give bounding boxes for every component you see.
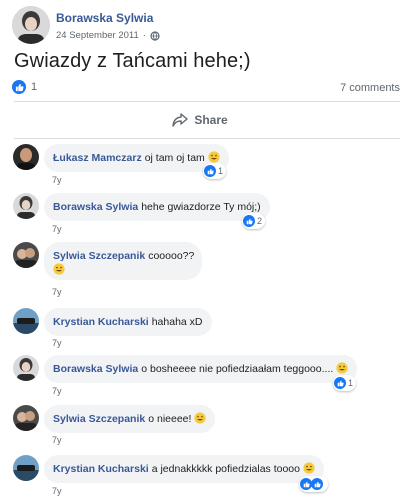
like-icon [12,80,26,94]
post-header: Borawska Sylwia 24 September 2011 · [0,0,400,44]
comment-author[interactable]: Krystian Kucharski [53,316,149,328]
comment-bubble: Borawska Sylwia hehe gwiazdorze Ty mój;) [44,193,270,221]
comment-reactions[interactable]: 2 [242,213,266,229]
comment-bubble: Łukasz Mamczarz oj tam oj tam [44,144,229,172]
comment-author[interactable]: Sylwia Szczepanik [53,250,145,262]
grinning-face-emoji [303,462,315,474]
comment-time[interactable]: 7y [52,386,62,396]
like-icon [334,377,346,389]
comment-bubble: Sylwia Szczepanik cooooo?? [44,242,202,280]
globe-icon [150,30,160,41]
commenter-avatar[interactable] [13,242,39,268]
comment-like-count: 2 [257,216,263,226]
commenter-avatar[interactable] [13,405,39,431]
commenter-avatar[interactable] [13,308,39,334]
share-label: Share [194,113,228,127]
divider [14,138,400,139]
post-reactions[interactable]: 1 [12,80,37,94]
reaction-count: 1 [31,81,38,93]
comment-author[interactable]: Sylwia Szczepanik [53,413,145,425]
comment-time[interactable]: 7y [52,486,62,496]
comment-reactions[interactable] [299,476,328,492]
comment-time[interactable]: 7y [52,224,62,234]
commenter-avatar[interactable] [13,144,39,170]
like-icon [311,478,323,490]
post-author-name[interactable]: Borawska Sylwia [56,11,153,25]
share-arrow-icon [172,113,189,127]
comment-time[interactable]: 7y [52,338,62,348]
comment-text: o nieeee! [148,413,192,425]
grinning-face-emoji [194,412,206,424]
comment-bubble: Krystian Kucharski a jednakkkkk pofiedzia… [44,455,324,483]
grinning-face-emoji [53,263,65,275]
grinning-face-emoji [208,151,220,163]
comment-count[interactable]: 7 comments [340,82,400,94]
like-icon [204,165,216,177]
comment-time[interactable]: 7y [52,435,62,445]
comment-author[interactable]: Borawska Sylwia [53,363,138,375]
comment-time[interactable]: 7y [52,175,62,185]
comment-text: oj tam oj tam [144,152,205,164]
comment-reactions[interactable]: 1 [333,375,357,391]
comment-text: o bosheeee nie pofiedziaałam teggooo.... [141,363,334,375]
meta-separator: · [142,30,146,41]
post-text: Gwiazdy z Tańcami hehe;) [14,50,251,72]
comment-author[interactable]: Krystian Kucharski [53,463,149,475]
comment-author[interactable]: Łukasz Mamczarz [53,152,142,164]
comment-text: a jednakkkkk pofiedzialas toooo [151,463,300,475]
comment-like-count: 1 [218,166,224,176]
comment-reactions[interactable]: 1 [203,163,227,179]
like-icon [243,215,255,227]
grinning-face-emoji [336,362,348,374]
commenter-avatar[interactable] [13,193,39,219]
post-date[interactable]: 24 September 2011 [56,30,139,41]
commenter-avatar[interactable] [13,355,39,381]
comment-text: hahaha xD [151,316,203,328]
comment-text: cooooo?? [148,250,195,262]
comment-text: hehe gwiazdorze Ty mój;) [141,201,261,213]
comment-author[interactable]: Borawska Sylwia [53,201,138,213]
comment-time[interactable]: 7y [52,287,62,297]
comment-like-count: 1 [348,378,354,388]
author-avatar[interactable] [12,6,50,44]
post-meta: 24 September 2011 · [56,30,160,41]
comment-bubble: Borawska Sylwia o bosheeee nie pofiedziaa… [44,355,358,383]
share-button[interactable]: Share [0,102,400,138]
comment-bubble: Krystian Kucharski hahaha xD [44,308,212,336]
comment-bubble: Sylwia Szczepanik o nieeee! [44,405,216,433]
commenter-avatar[interactable] [13,455,39,481]
